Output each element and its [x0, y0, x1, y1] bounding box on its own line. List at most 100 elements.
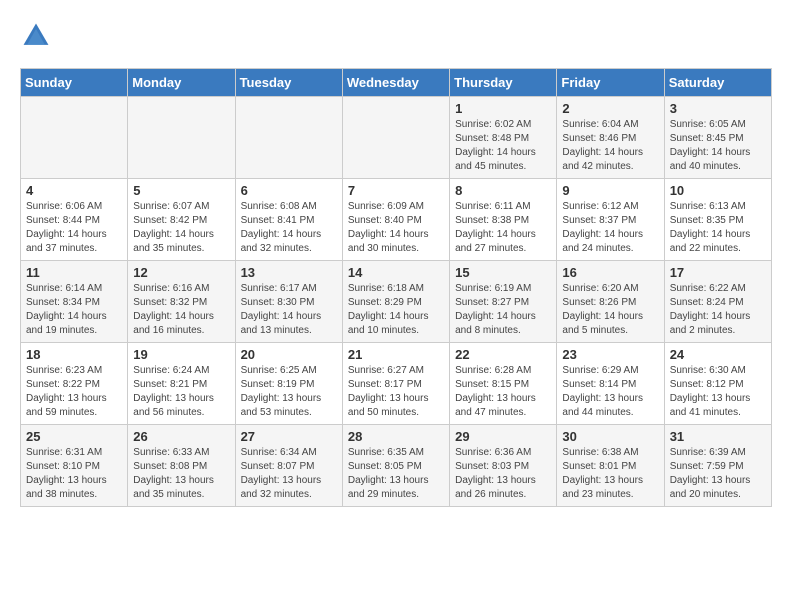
day-info: Sunrise: 6:19 AM Sunset: 8:27 PM Dayligh… [455, 282, 551, 338]
day-info: Sunrise: 6:23 AM Sunset: 8:22 PM Dayligh… [26, 364, 122, 420]
day-number: 11 [26, 265, 122, 280]
day-cell: 8Sunrise: 6:11 AM Sunset: 8:38 PM Daylig… [450, 179, 557, 261]
day-number: 23 [562, 347, 658, 362]
day-info: Sunrise: 6:20 AM Sunset: 8:26 PM Dayligh… [562, 282, 658, 338]
day-number: 9 [562, 183, 658, 198]
header-cell-thursday: Thursday [450, 69, 557, 97]
week-row-2: 4Sunrise: 6:06 AM Sunset: 8:44 PM Daylig… [21, 179, 772, 261]
calendar-table: SundayMondayTuesdayWednesdayThursdayFrid… [20, 68, 772, 507]
day-cell [21, 97, 128, 179]
day-info: Sunrise: 6:18 AM Sunset: 8:29 PM Dayligh… [348, 282, 444, 338]
day-info: Sunrise: 6:08 AM Sunset: 8:41 PM Dayligh… [241, 200, 337, 256]
day-number: 7 [348, 183, 444, 198]
day-number: 25 [26, 429, 122, 444]
day-cell: 15 Sunrise: 6:19 AM Sunset: 8:27 PM Dayli… [450, 261, 557, 343]
day-cell: 3 Sunrise: 6:05 AM Sunset: 8:45 PM Daylig… [664, 97, 771, 179]
day-number: 14 [348, 265, 444, 280]
day-number: 16 [562, 265, 658, 280]
day-number: 20 [241, 347, 337, 362]
day-info: Sunrise: 6:25 AM Sunset: 8:19 PM Dayligh… [241, 364, 337, 420]
day-cell: 4Sunrise: 6:06 AM Sunset: 8:44 PM Daylig… [21, 179, 128, 261]
day-number: 31 [670, 429, 766, 444]
header-cell-tuesday: Tuesday [235, 69, 342, 97]
day-info: Sunrise: 6:27 AM Sunset: 8:17 PM Dayligh… [348, 364, 444, 420]
day-cell: 2Sunrise: 6:04 AM Sunset: 8:46 PM Daylig… [557, 97, 664, 179]
day-cell: 19 Sunrise: 6:24 AM Sunset: 8:21 PM Dayli… [128, 343, 235, 425]
week-row-1: 1Sunrise: 6:02 AM Sunset: 8:48 PM Daylig… [21, 97, 772, 179]
logo [20, 20, 56, 52]
day-number: 24 [670, 347, 766, 362]
day-info: Sunrise: 6:36 AM Sunset: 8:03 PM Dayligh… [455, 446, 551, 502]
day-cell: 6 Sunrise: 6:08 AM Sunset: 8:41 PM Daylig… [235, 179, 342, 261]
day-info: Sunrise: 6:06 AM Sunset: 8:44 PM Dayligh… [26, 200, 122, 256]
header-cell-saturday: Saturday [664, 69, 771, 97]
day-info: Sunrise: 6:07 AM Sunset: 8:42 PM Dayligh… [133, 200, 229, 256]
day-info: Sunrise: 6:05 AM Sunset: 8:45 PM Dayligh… [670, 118, 766, 174]
day-number: 21 [348, 347, 444, 362]
day-info: Sunrise: 6:29 AM Sunset: 8:14 PM Dayligh… [562, 364, 658, 420]
day-info: Sunrise: 6:38 AM Sunset: 8:01 PM Dayligh… [562, 446, 658, 502]
day-number: 29 [455, 429, 551, 444]
day-info: Sunrise: 6:14 AM Sunset: 8:34 PM Dayligh… [26, 282, 122, 338]
header-cell-friday: Friday [557, 69, 664, 97]
day-cell: 21 Sunrise: 6:27 AM Sunset: 8:17 PM Dayli… [342, 343, 449, 425]
day-cell: 24 Sunrise: 6:30 AM Sunset: 8:12 PM Dayli… [664, 343, 771, 425]
day-number: 15 [455, 265, 551, 280]
week-row-4: 18 Sunrise: 6:23 AM Sunset: 8:22 PM Dayli… [21, 343, 772, 425]
day-cell: 30 Sunrise: 6:38 AM Sunset: 8:01 PM Dayli… [557, 425, 664, 507]
header-row: SundayMondayTuesdayWednesdayThursdayFrid… [21, 69, 772, 97]
day-cell: 28 Sunrise: 6:35 AM Sunset: 8:05 PM Dayli… [342, 425, 449, 507]
day-cell: 7 Sunrise: 6:09 AM Sunset: 8:40 PM Daylig… [342, 179, 449, 261]
day-cell: 18 Sunrise: 6:23 AM Sunset: 8:22 PM Dayli… [21, 343, 128, 425]
day-info: Sunrise: 6:22 AM Sunset: 8:24 PM Dayligh… [670, 282, 766, 338]
day-info: Sunrise: 6:31 AM Sunset: 8:10 PM Dayligh… [26, 446, 122, 502]
day-info: Sunrise: 6:02 AM Sunset: 8:48 PM Dayligh… [455, 118, 551, 174]
day-cell: 5 Sunrise: 6:07 AM Sunset: 8:42 PM Daylig… [128, 179, 235, 261]
day-cell: 31Sunrise: 6:39 AM Sunset: 7:59 PM Dayli… [664, 425, 771, 507]
day-cell [342, 97, 449, 179]
day-number: 19 [133, 347, 229, 362]
day-cell: 27 Sunrise: 6:34 AM Sunset: 8:07 PM Dayli… [235, 425, 342, 507]
day-number: 18 [26, 347, 122, 362]
page-header [20, 20, 772, 52]
day-info: Sunrise: 6:17 AM Sunset: 8:30 PM Dayligh… [241, 282, 337, 338]
day-number: 28 [348, 429, 444, 444]
day-cell: 10 Sunrise: 6:13 AM Sunset: 8:35 PM Dayli… [664, 179, 771, 261]
day-number: 30 [562, 429, 658, 444]
day-cell: 16 Sunrise: 6:20 AM Sunset: 8:26 PM Dayli… [557, 261, 664, 343]
day-number: 10 [670, 183, 766, 198]
day-info: Sunrise: 6:24 AM Sunset: 8:21 PM Dayligh… [133, 364, 229, 420]
day-info: Sunrise: 6:34 AM Sunset: 8:07 PM Dayligh… [241, 446, 337, 502]
day-info: Sunrise: 6:11 AM Sunset: 8:38 PM Dayligh… [455, 200, 551, 256]
week-row-3: 11 Sunrise: 6:14 AM Sunset: 8:34 PM Dayli… [21, 261, 772, 343]
day-number: 5 [133, 183, 229, 198]
day-number: 26 [133, 429, 229, 444]
header-cell-wednesday: Wednesday [342, 69, 449, 97]
week-row-5: 25 Sunrise: 6:31 AM Sunset: 8:10 PM Dayli… [21, 425, 772, 507]
day-cell: 11 Sunrise: 6:14 AM Sunset: 8:34 PM Dayli… [21, 261, 128, 343]
day-cell: 13 Sunrise: 6:17 AM Sunset: 8:30 PM Dayli… [235, 261, 342, 343]
day-info: Sunrise: 6:28 AM Sunset: 8:15 PM Dayligh… [455, 364, 551, 420]
day-number: 27 [241, 429, 337, 444]
day-number: 3 [670, 101, 766, 116]
day-info: Sunrise: 6:13 AM Sunset: 8:35 PM Dayligh… [670, 200, 766, 256]
day-cell: 12Sunrise: 6:16 AM Sunset: 8:32 PM Dayli… [128, 261, 235, 343]
header-cell-sunday: Sunday [21, 69, 128, 97]
day-cell: 23 Sunrise: 6:29 AM Sunset: 8:14 PM Dayli… [557, 343, 664, 425]
day-cell: 29 Sunrise: 6:36 AM Sunset: 8:03 PM Dayli… [450, 425, 557, 507]
day-cell: 22Sunrise: 6:28 AM Sunset: 8:15 PM Dayli… [450, 343, 557, 425]
day-cell [128, 97, 235, 179]
day-number: 6 [241, 183, 337, 198]
day-number: 12 [133, 265, 229, 280]
day-cell: 14 Sunrise: 6:18 AM Sunset: 8:29 PM Dayli… [342, 261, 449, 343]
day-info: Sunrise: 6:35 AM Sunset: 8:05 PM Dayligh… [348, 446, 444, 502]
logo-icon [20, 20, 52, 52]
day-cell: 9Sunrise: 6:12 AM Sunset: 8:37 PM Daylig… [557, 179, 664, 261]
day-info: Sunrise: 6:30 AM Sunset: 8:12 PM Dayligh… [670, 364, 766, 420]
day-number: 13 [241, 265, 337, 280]
day-cell: 26Sunrise: 6:33 AM Sunset: 8:08 PM Dayli… [128, 425, 235, 507]
day-info: Sunrise: 6:09 AM Sunset: 8:40 PM Dayligh… [348, 200, 444, 256]
day-cell: 20 Sunrise: 6:25 AM Sunset: 8:19 PM Dayli… [235, 343, 342, 425]
day-number: 17 [670, 265, 766, 280]
day-cell: 25 Sunrise: 6:31 AM Sunset: 8:10 PM Dayli… [21, 425, 128, 507]
